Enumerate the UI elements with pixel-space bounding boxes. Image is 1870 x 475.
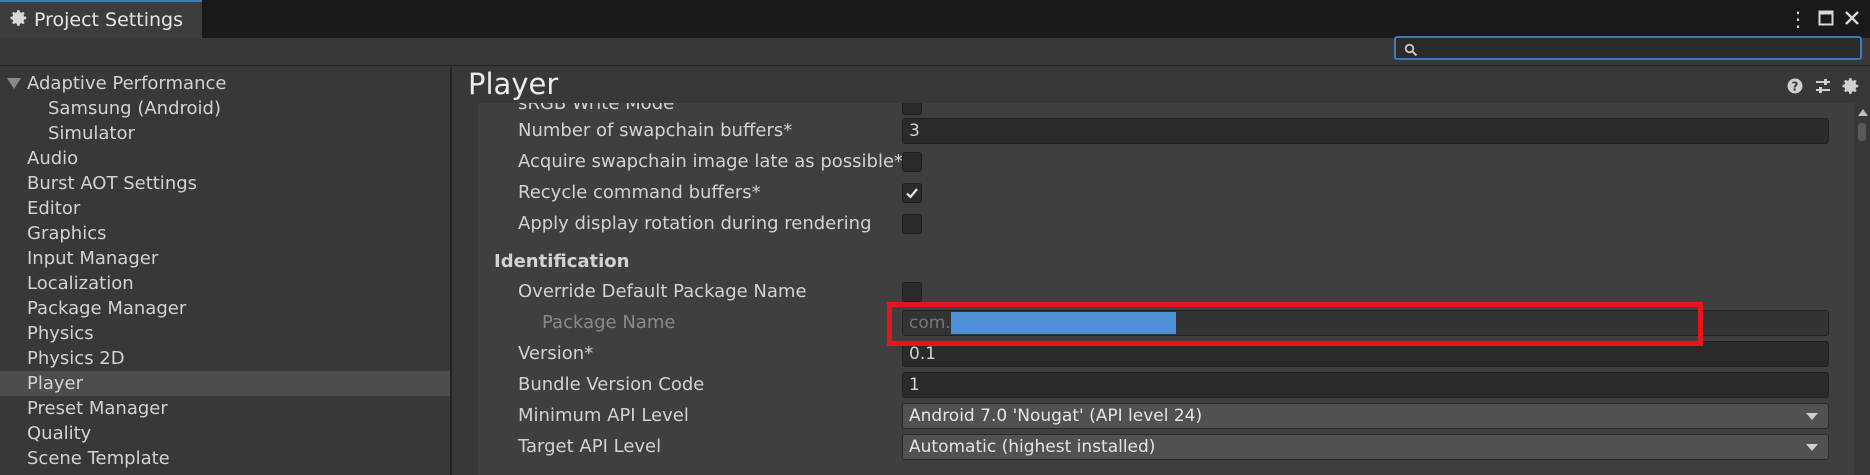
- sidebar-item-input-manager[interactable]: Input Manager: [0, 246, 450, 271]
- settings-row-display-rotation: Apply display rotation during rendering: [478, 209, 1854, 239]
- close-icon[interactable]: [1844, 7, 1860, 31]
- window-titlebar: Project Settings ⋮: [0, 0, 1870, 38]
- sidebar-item-samsung-android[interactable]: Samsung (Android): [0, 96, 450, 121]
- settings-row-minimum-api-level: Minimum API Level Android 7.0 'Nougat' (…: [478, 401, 1854, 431]
- sidebar-item-adaptive-performance[interactable]: Adaptive Performance: [0, 71, 450, 96]
- tab-title: Project Settings: [34, 9, 183, 31]
- sidebar-item-graphics[interactable]: Graphics: [0, 221, 450, 246]
- settings-row-recycle-command-buffers: Recycle command buffers*: [478, 178, 1854, 208]
- maximize-icon[interactable]: [1818, 7, 1834, 31]
- recycle-command-buffers-checkbox[interactable]: [902, 183, 922, 203]
- sidebar-item-physics-2d[interactable]: Physics 2D: [0, 346, 450, 371]
- settings-row-acquire-late: Acquire swapchain image late as possible…: [478, 147, 1854, 177]
- sidebar-item-package-manager[interactable]: Package Manager: [0, 296, 450, 321]
- svg-text:?: ?: [1792, 80, 1799, 94]
- settings-sidebar: Adaptive Performance Samsung (Android) S…: [0, 67, 452, 475]
- sidebar-item-player[interactable]: Player: [0, 371, 450, 396]
- foldout-expanded-icon[interactable]: [7, 78, 21, 89]
- sidebar-item-editor[interactable]: Editor: [0, 196, 450, 221]
- sidebar-item-simulator[interactable]: Simulator: [0, 121, 450, 146]
- sidebar-item-preset-manager[interactable]: Preset Manager: [0, 396, 450, 421]
- chevron-down-icon: [1806, 413, 1818, 420]
- scroll-up-icon[interactable]: [1858, 109, 1868, 116]
- settings-row-swapchain-buffers: Number of swapchain buffers* 3: [478, 116, 1854, 146]
- target-api-level-dropdown[interactable]: Automatic (highest installed): [902, 434, 1829, 460]
- highlight-annotation-box: [887, 302, 1703, 346]
- search-icon: [1404, 41, 1418, 57]
- gear-icon: [10, 9, 28, 32]
- help-icon[interactable]: ?: [1786, 77, 1804, 95]
- chevron-down-icon: [1806, 444, 1818, 451]
- sidebar-item-quality[interactable]: Quality: [0, 421, 450, 446]
- override-package-name-checkbox[interactable]: [902, 282, 922, 302]
- vertical-scrollbar[interactable]: [1854, 103, 1870, 475]
- acquire-late-checkbox[interactable]: [902, 152, 922, 172]
- search-input[interactable]: [1394, 36, 1862, 60]
- settings-row-target-api-level: Target API Level Automatic (highest inst…: [478, 432, 1854, 462]
- presets-icon[interactable]: [1814, 77, 1832, 95]
- gear-icon[interactable]: [1842, 77, 1860, 95]
- display-rotation-checkbox[interactable]: [902, 214, 922, 234]
- bundle-version-code-field[interactable]: 1: [902, 372, 1829, 398]
- sidebar-item-burst-aot-settings[interactable]: Burst AOT Settings: [0, 171, 450, 196]
- tab-project-settings[interactable]: Project Settings: [0, 0, 202, 38]
- section-identification: Identification: [478, 247, 1854, 277]
- sidebar-item-scene-template[interactable]: Scene Template: [0, 446, 450, 471]
- settings-scroll-area[interactable]: sRGB Write Mode Number of swapchain buff…: [478, 103, 1854, 475]
- minimum-api-level-dropdown[interactable]: Android 7.0 'Nougat' (API level 24): [902, 403, 1829, 429]
- srgb-write-mode-checkbox[interactable]: [902, 103, 922, 115]
- more-options-icon[interactable]: ⋮: [1788, 7, 1808, 31]
- settings-row-bundle-version-code: Bundle Version Code 1: [478, 370, 1854, 400]
- page-title: Player: [468, 67, 559, 101]
- player-settings-panel: Player ? sRGB Write Mode Number of swapc…: [454, 67, 1870, 475]
- sidebar-item-physics[interactable]: Physics: [0, 321, 450, 346]
- section-header: Identification: [494, 251, 630, 272]
- header-icons: ?: [1786, 77, 1860, 95]
- sidebar-item-audio[interactable]: Audio: [0, 146, 450, 171]
- swapchain-buffers-field[interactable]: 3: [902, 118, 1829, 144]
- checkmark-icon: [906, 188, 918, 199]
- window-controls: ⋮: [1788, 4, 1860, 34]
- sidebar-item-localization[interactable]: Localization: [0, 271, 450, 296]
- scrollbar-thumb[interactable]: [1858, 123, 1866, 141]
